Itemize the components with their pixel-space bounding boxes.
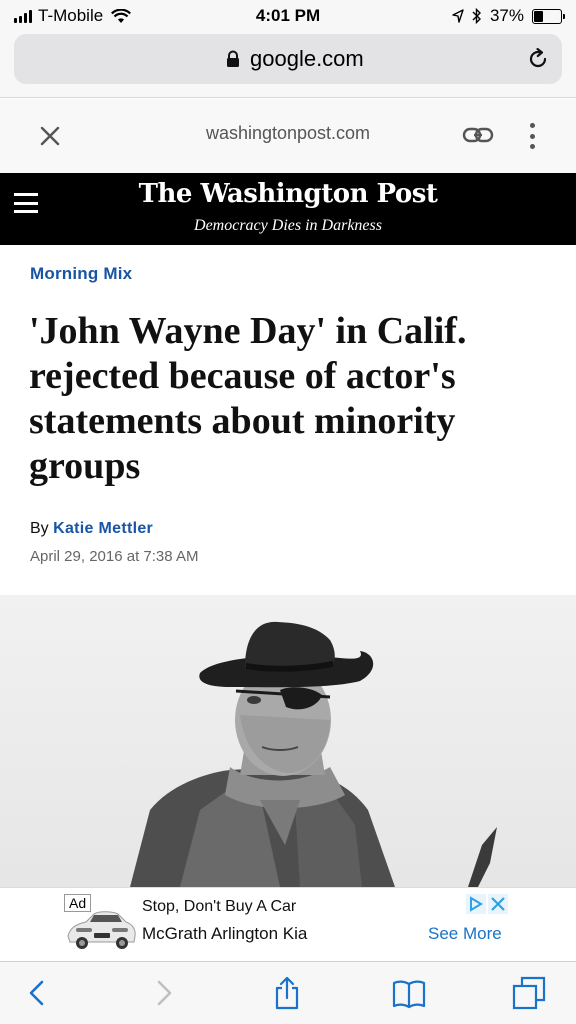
bluetooth-icon: [472, 8, 481, 24]
reload-icon[interactable]: [526, 47, 550, 71]
author-link[interactable]: Katie Mettler: [53, 520, 153, 537]
article-kicker[interactable]: Morning Mix: [30, 264, 132, 284]
battery-percent: 37%: [489, 6, 524, 25]
status-bar: T-Mobile 4:01 PM 37%: [0, 0, 576, 32]
amp-header: washingtonpost.com: [0, 99, 576, 173]
ad-label: Ad: [64, 894, 92, 912]
article-byline: By Katie Mettler: [30, 520, 153, 538]
address-bar: google.com: [0, 32, 576, 98]
masthead: The Washington Post Democracy Dies in Da…: [0, 173, 576, 245]
more-icon[interactable]: [522, 121, 542, 151]
link-icon[interactable]: [462, 123, 494, 147]
site-logo[interactable]: The Washington Post: [0, 179, 576, 209]
url-text: google.com: [250, 46, 364, 71]
tabs-icon[interactable]: [512, 976, 546, 1010]
site-tagline: Democracy Dies in Darkness: [194, 217, 382, 234]
lock-icon: [227, 50, 239, 67]
battery-level: [534, 10, 544, 22]
back-icon[interactable]: [20, 976, 54, 1010]
forward-icon[interactable]: [147, 976, 181, 1010]
photo-illustration: [0, 595, 576, 887]
ad-advertiser[interactable]: McGrath Arlington Kia: [142, 924, 307, 944]
status-right: 37%: [452, 6, 565, 26]
url-field[interactable]: google.com: [14, 34, 562, 84]
browser-toolbar: [0, 961, 576, 1024]
article-date: April 29, 2016 at 7:38 AM: [30, 548, 199, 565]
bookmarks-icon[interactable]: [392, 976, 426, 1010]
share-icon[interactable]: [270, 976, 304, 1010]
ad-choices-icon[interactable]: [466, 894, 510, 914]
byline-prefix: By: [30, 520, 49, 537]
article-photo: [0, 595, 576, 887]
location-icon: [452, 9, 464, 23]
ad-see-more-button[interactable]: See More: [428, 924, 502, 944]
battery-icon: [532, 8, 565, 24]
ad-banner[interactable]: Ad Stop, Don't Buy A Car McGrath Arlingt…: [0, 887, 576, 961]
ad-headline[interactable]: Stop, Don't Buy A Car: [142, 898, 296, 916]
article-headline: 'John Wayne Day' in Calif. rejected beca…: [29, 310, 467, 487]
